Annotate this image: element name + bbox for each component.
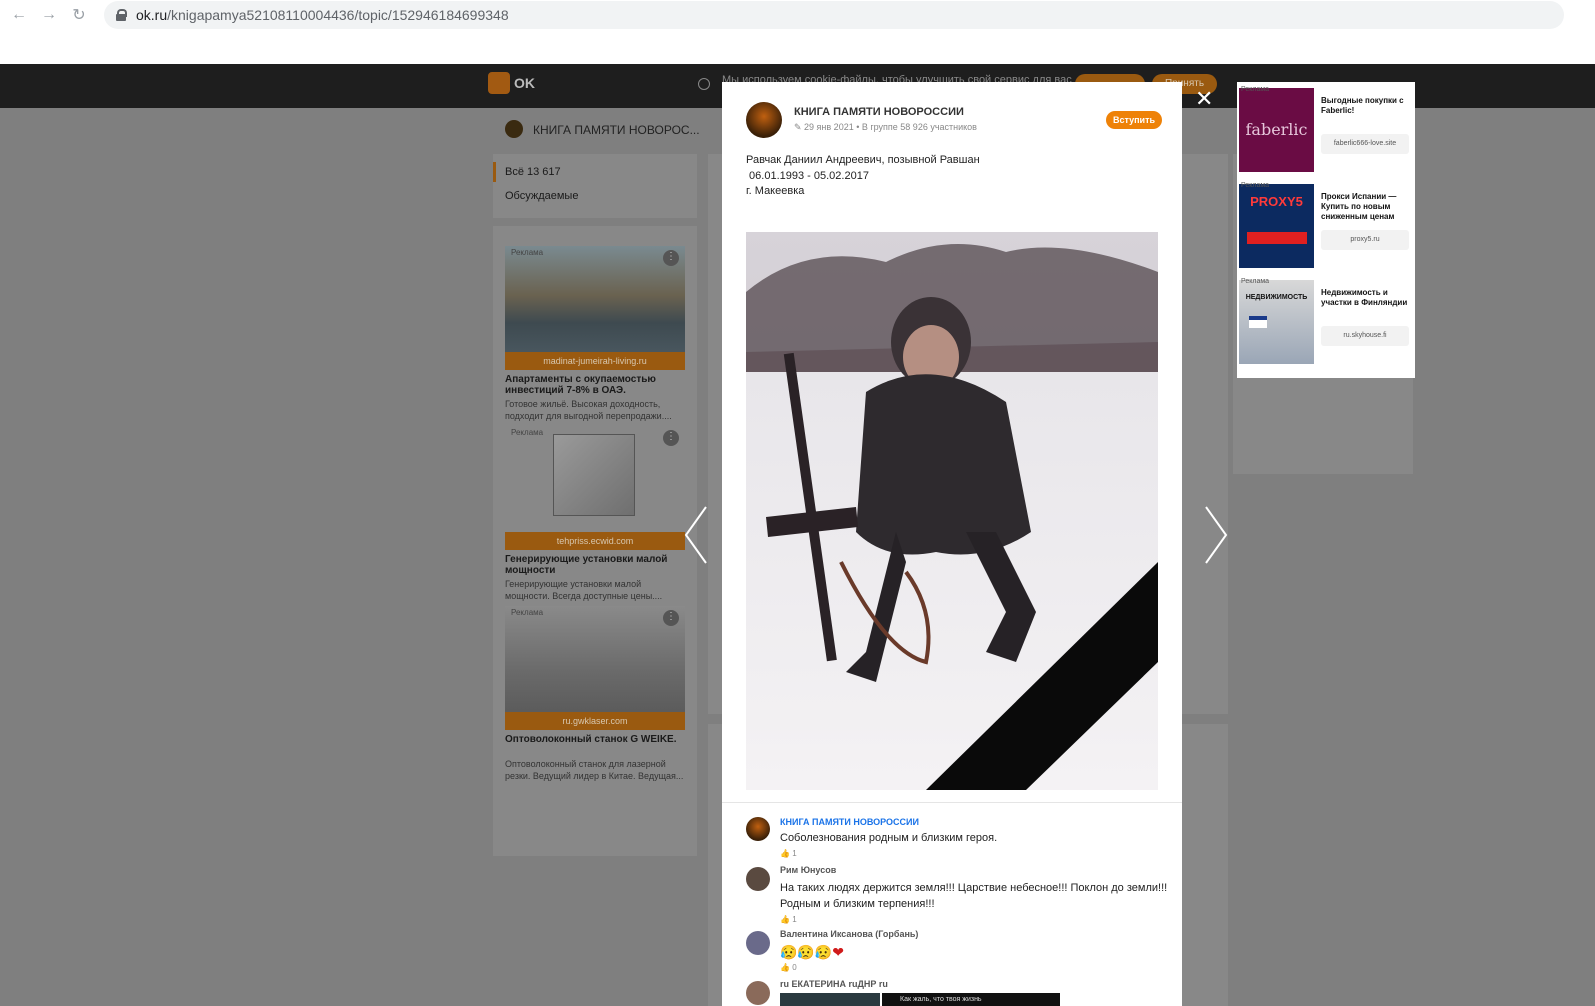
next-arrow-icon[interactable] xyxy=(1200,505,1230,565)
right-ads-panel: faberlic Реклама Выгодные покупки с Fabe… xyxy=(1237,82,1415,378)
ad-label: Реклама xyxy=(511,248,544,257)
ad-url[interactable]: proxy5.ru xyxy=(1321,230,1409,250)
ad-image[interactable] xyxy=(505,606,685,716)
right-ad-3[interactable]: НЕДВИЖИМОСТЬ Реклама Недвижимость и учас… xyxy=(1237,274,1415,370)
comment-author[interactable]: Рим Юнусов xyxy=(780,865,836,875)
menu-active-indicator xyxy=(493,162,496,182)
comment-avatar[interactable] xyxy=(746,867,770,891)
comments-section: КНИГА ПАМЯТИ НОВОРОССИИ Соболезнования р… xyxy=(722,802,1182,1006)
comment-author[interactable]: ru ЕКАТЕРИНА ruДНР ru xyxy=(780,979,888,989)
ad-title[interactable]: Прокси Испании — Купить по новым сниженн… xyxy=(1321,192,1411,222)
lock-icon xyxy=(116,9,127,21)
ad-url[interactable]: faberlic666-love.site xyxy=(1321,134,1409,154)
comment-image[interactable] xyxy=(780,993,880,1006)
group-avatar[interactable] xyxy=(746,102,782,138)
join-button[interactable]: Вступить xyxy=(1106,111,1162,129)
ad-url[interactable]: ru.skyhouse.fi xyxy=(1321,326,1409,346)
comment-likes[interactable]: 👍 1 xyxy=(780,915,797,924)
comment-author[interactable]: КНИГА ПАМЯТИ НОВОРОССИИ xyxy=(780,817,919,827)
post-group-name[interactable]: КНИГА ПАМЯТИ НОВОРОССИИ xyxy=(794,106,964,118)
comment-avatar[interactable] xyxy=(746,931,770,955)
prev-arrow-icon[interactable] xyxy=(682,505,712,565)
comment-text: Родным и близким терпения!!! xyxy=(780,898,935,910)
more-options-icon[interactable]: ⋮ xyxy=(663,250,679,266)
ad-title[interactable]: Оптоволоконный станок G WEIKE. xyxy=(505,734,685,745)
comment-emoji: 😥😥😥❤ xyxy=(780,944,845,960)
ad-image[interactable] xyxy=(505,426,685,536)
ad-image[interactable] xyxy=(505,246,685,356)
group-avatar[interactable] xyxy=(505,120,523,138)
comment-image[interactable]: Как жаль, что твоя жизнь xyxy=(882,993,1060,1006)
forward-icon[interactable]: → xyxy=(38,4,60,26)
ad-title[interactable]: Апартаменты с окупаемостью инвестиций 7-… xyxy=(505,374,685,396)
proxy-logo: PROXY5 xyxy=(1250,194,1303,209)
flag-icon xyxy=(1249,316,1267,328)
post-meta-text: 29 янв 2021 • В группе 58 926 участников xyxy=(804,122,977,132)
comment-likes-count: 1 xyxy=(792,915,797,924)
menu-item-all[interactable]: Всё 13 617 xyxy=(505,166,561,178)
post-text-line: г. Макеевка xyxy=(746,185,805,197)
comment-avatar[interactable] xyxy=(746,981,770,1005)
browser-toolbar: ← → ↻ ok.ru/knigapamya52108110004436/top… xyxy=(0,0,1595,30)
url-path: /knigapamya52108110004436/topic/15294618… xyxy=(167,7,509,23)
post-text-line: Равчак Даниил Андреевич, позывной Равшан xyxy=(746,154,980,166)
post-text-line: 06.01.1993 - 05.02.2017 xyxy=(746,170,869,182)
ad-description: Оптоволоконный станок для лазерной резки… xyxy=(505,759,684,781)
ad-label: Реклама xyxy=(1241,86,1270,93)
comment-avatar[interactable] xyxy=(746,817,770,841)
ad-label: Реклама xyxy=(511,428,544,437)
ad-title[interactable]: Выгодные покупки с Faberlic! xyxy=(1321,96,1411,116)
reload-icon[interactable]: ↻ xyxy=(68,4,90,26)
ad-image[interactable]: faberlic xyxy=(1239,88,1314,172)
ad-banner-button xyxy=(1247,232,1307,244)
post-photo[interactable] xyxy=(746,232,1158,790)
comment-likes[interactable]: 👍 1 xyxy=(780,849,797,858)
group-header-name[interactable]: КНИГА ПАМЯТИ НОВОРОС... xyxy=(533,123,700,137)
comment-author[interactable]: Валентина Иксанова (Горбань) xyxy=(780,929,918,939)
comment-text: Соболезнования родным и близким героя. xyxy=(780,832,998,844)
ad-url[interactable]: madinat-jumeirah-living.ru xyxy=(505,352,685,370)
menu-item-discussed[interactable]: Обсуждаемые xyxy=(505,190,578,202)
info-icon xyxy=(698,78,710,90)
comment-likes-count: 0 xyxy=(792,963,797,972)
ad-label: Реклама xyxy=(1241,182,1270,189)
photo-illustration xyxy=(746,232,1158,790)
left-menu: Всё 13 617 Обсуждаемые xyxy=(493,154,697,218)
right-ad-1[interactable]: faberlic Реклама Выгодные покупки с Fabe… xyxy=(1237,82,1415,178)
comment-text: На таких людях держится земля!!! Царстви… xyxy=(780,882,1168,894)
address-bar[interactable]: ok.ru/knigapamya52108110004436/topic/152… xyxy=(104,1,1564,29)
post-modal: КНИГА ПАМЯТИ НОВОРОССИИ ✎ 29 янв 2021 • … xyxy=(722,82,1182,1006)
ad-label: Реклама xyxy=(1241,278,1270,285)
more-options-icon[interactable]: ⋮ xyxy=(663,430,679,446)
ad-description: Готовое жильё. Высокая доходность, подхо… xyxy=(505,399,672,421)
ad-image[interactable]: PROXY5 xyxy=(1239,184,1314,268)
url-host: ok.ru xyxy=(136,7,168,23)
ad-title[interactable]: Недвижимость и участки в Финляндии xyxy=(1321,288,1411,308)
ad-url[interactable]: ru.gwklaser.com xyxy=(505,712,685,730)
right-ad-2[interactable]: PROXY5 Реклама Прокси Испании — Купить п… xyxy=(1237,178,1415,274)
comment-likes-count: 1 xyxy=(792,849,797,858)
back-icon[interactable]: ← xyxy=(8,4,30,26)
left-ads-column: Реклама ⋮ madinat-jumeirah-living.ru Апа… xyxy=(493,226,697,856)
close-icon[interactable]: ✕ xyxy=(1195,88,1213,110)
comment-likes[interactable]: 👍 0 xyxy=(780,963,797,972)
faberlic-logo: faberlic xyxy=(1245,120,1308,139)
more-options-icon[interactable]: ⋮ xyxy=(663,610,679,626)
ok-logo-text: OK xyxy=(514,75,535,91)
ok-logo-icon[interactable] xyxy=(488,72,510,94)
ad-title[interactable]: Генерирующие установки малой мощности xyxy=(505,554,685,576)
realty-logo: НЕДВИЖИМОСТЬ xyxy=(1245,294,1308,301)
ad-url[interactable]: tehpriss.ecwid.com xyxy=(505,532,685,550)
post-meta: ✎ 29 янв 2021 • В группе 58 926 участник… xyxy=(794,122,977,132)
ad-description: Генерирующие установки малой мощности. В… xyxy=(505,579,663,601)
ad-label: Реклама xyxy=(511,608,544,617)
ad-image[interactable]: НЕДВИЖИМОСТЬ xyxy=(1239,280,1314,364)
